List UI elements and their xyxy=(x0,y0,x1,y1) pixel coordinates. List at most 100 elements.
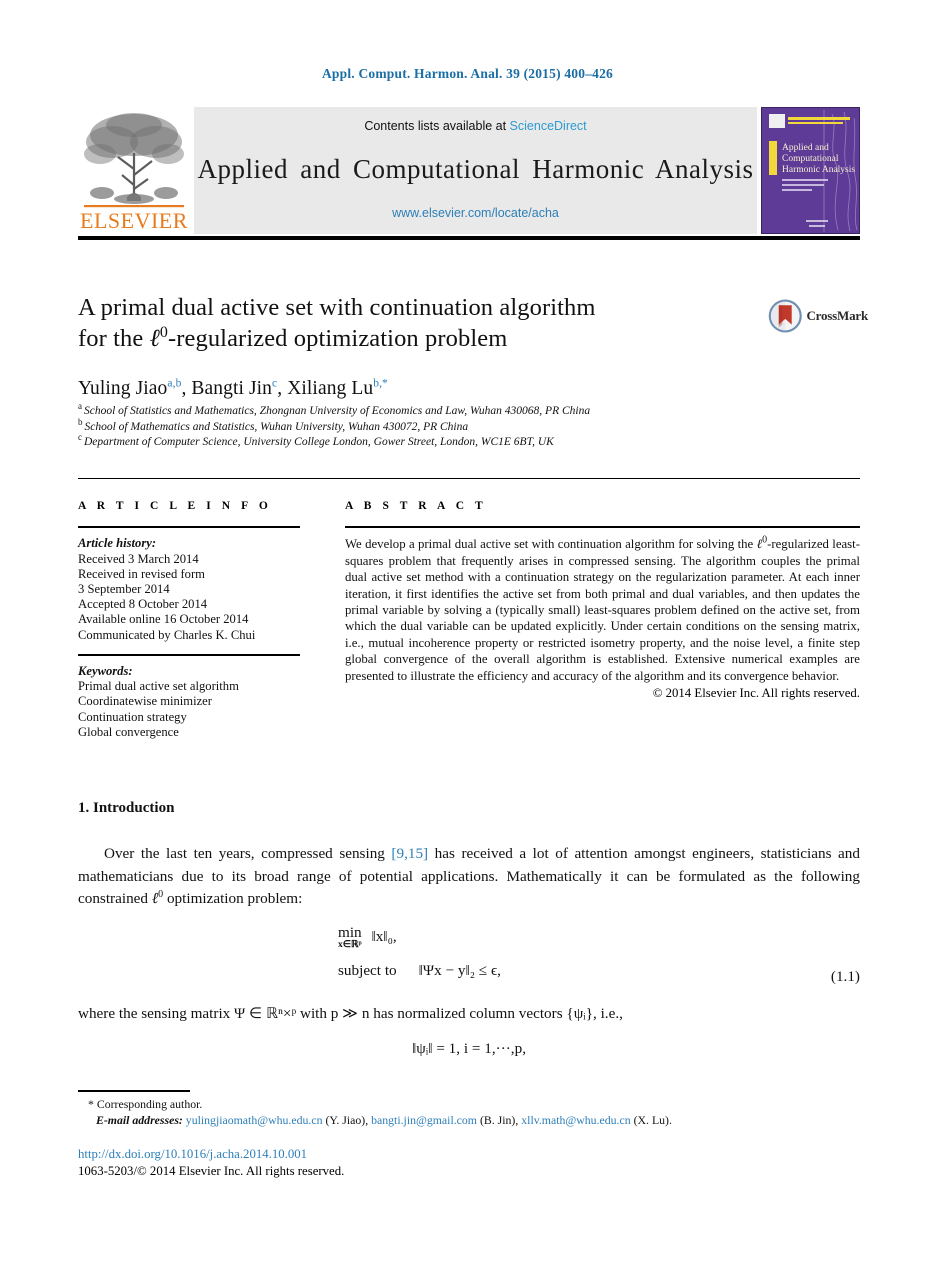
crossmark-icon xyxy=(768,299,802,333)
paper-title-line2-pre: for the xyxy=(78,325,150,352)
author-affiliation-marks[interactable]: b,* xyxy=(373,378,388,390)
subject-to-label: subject to xyxy=(338,961,397,979)
corresponding-author-note: * Corresponding author. xyxy=(88,1097,203,1111)
affiliation-text: School of Mathematics and Statistics, Wu… xyxy=(84,420,469,433)
email-owner: (B. Jin) xyxy=(479,1112,516,1127)
article-history-group: Article history: Received 3 March 2014 R… xyxy=(78,536,300,642)
author-name: Yuling Jiao xyxy=(78,378,168,399)
objective-norm: ‖x‖₀, xyxy=(371,928,397,946)
abstract-text: We develop a primal dual active set with… xyxy=(345,536,860,684)
affiliation-text: School of Statistics and Mathematics, Zh… xyxy=(84,405,591,417)
paper-title-line2-post: -regularized optimization problem xyxy=(167,325,508,352)
doi-link[interactable]: http://dx.doi.org/10.1016/j.acha.2014.10… xyxy=(78,1146,860,1163)
keyword-item: Global convergence xyxy=(78,724,179,739)
paper-page: Appl. Comput. Harmon. Anal. 39 (2015) 40… xyxy=(0,0,935,1266)
equation-line-constraint: subject to ‖Ψx − y‖₂ ≤ ϵ, xyxy=(78,962,860,980)
abstract-part1: We develop a primal dual active set with… xyxy=(345,537,757,552)
affiliation-item: a School of Statistics and Mathematics, Z… xyxy=(78,401,778,420)
journal-cover-thumbnail: Applied and Computational Harmonic Analy… xyxy=(761,107,860,234)
abstract-heading: A B S T R A C T xyxy=(345,500,487,512)
min-operator-group: min x∈ℝᵖ ‖x‖₀, xyxy=(338,925,397,951)
equation-1-1: min x∈ℝᵖ ‖x‖₀, subject to ‖Ψx − y‖₂ ≤ ϵ,… xyxy=(78,925,860,985)
running-head: Appl. Comput. Harmon. Anal. 39 (2015) 40… xyxy=(321,66,614,81)
article-history-label: Article history: xyxy=(78,536,157,551)
abstract-column: A B S T R A C T We develop a primal dual… xyxy=(345,500,860,701)
email-addresses-line: E-mail addresses: yulingjiaomath@whu.edu… xyxy=(78,1113,860,1129)
title-block: A primal dual active set with continuati… xyxy=(78,292,738,400)
author-name: Bangti Jin xyxy=(191,378,273,399)
cover-art: Applied and Computational Harmonic Analy… xyxy=(762,108,859,233)
journal-title: Applied and Computational Harmonic Analy… xyxy=(197,154,754,184)
svg-text:Computational: Computational xyxy=(782,154,839,164)
keyword-item: Continuation strategy xyxy=(78,709,187,724)
author-affiliation-marks[interactable]: a,b xyxy=(167,378,181,390)
abstract-rule xyxy=(345,526,860,529)
min-label: min xyxy=(338,924,362,941)
svg-text:Harmonic Analysis: Harmonic Analysis xyxy=(782,165,855,175)
email-link[interactable]: xllv.math@whu.edu.cn xyxy=(521,1113,630,1127)
elsevier-logo: ELSEVIER xyxy=(78,107,190,234)
email-addresses-label: E-mail addresses: xyxy=(96,1112,183,1127)
constraint-expression: ‖Ψx − y‖₂ ≤ ϵ, xyxy=(418,961,501,979)
article-info-column: A R T I C L E I N F O Article history: R… xyxy=(78,500,300,740)
sciencedirect-link[interactable]: ScienceDirect xyxy=(510,119,587,133)
section-heading-introduction: 1. Introduction xyxy=(78,800,175,816)
contents-prefix: Contents lists available at xyxy=(364,119,510,133)
history-item: Received in revised form xyxy=(78,566,205,581)
svg-text:Applied and: Applied and xyxy=(782,143,829,153)
keywords-group: Keywords: Primal dual active set algorit… xyxy=(78,664,300,740)
abstract-part2: -regularized least-squares problem that … xyxy=(345,537,860,683)
elsevier-wordmark: ELSEVIER xyxy=(80,208,188,233)
paper-title-line1: A primal dual active set with continuati… xyxy=(78,294,596,321)
issn-copyright-line: 1063-5203/© 2014 Elsevier Inc. All right… xyxy=(78,1163,345,1178)
email-end: . xyxy=(668,1112,672,1127)
journal-url-link[interactable]: www.elsevier.com/locate/acha xyxy=(392,206,559,220)
keywords-label: Keywords: xyxy=(78,664,133,679)
history-item: Available online 16 October 2014 xyxy=(78,612,249,627)
intro-paragraph-2: where the sensing matrix Ψ ∈ ℝⁿ×ᵖ with p… xyxy=(78,1005,623,1022)
abstract-copyright: © 2014 Elsevier Inc. All rights reserved… xyxy=(652,685,860,700)
footnote-block: * Corresponding author. E-mail addresses… xyxy=(78,1097,860,1129)
keyword-item: Primal dual active set algorithm xyxy=(78,679,239,694)
history-item: Received 3 March 2014 xyxy=(78,551,199,566)
article-info-rule xyxy=(78,526,300,529)
affiliation-marker: c xyxy=(78,432,82,443)
citation-link[interactable]: [9,15] xyxy=(391,845,428,862)
affiliation-text: Department of Computer Science, Universi… xyxy=(84,436,554,449)
affiliation-marker: a xyxy=(78,401,82,412)
intro-text-a: Over the last ten years, compressed sens… xyxy=(104,845,392,862)
keywords-rule xyxy=(78,653,300,657)
affiliation-item: c Department of Computer Science, Univers… xyxy=(78,432,778,451)
ell-symbol: ℓ xyxy=(149,325,160,352)
email-link[interactable]: bangti.jin@gmail.com xyxy=(371,1113,477,1127)
min-subscript: x∈ℝᵖ xyxy=(338,940,362,951)
equation-line-objective: min x∈ℝᵖ ‖x‖₀, xyxy=(78,925,860,951)
intro-paragraph-1: Over the last ten years, compressed sens… xyxy=(78,843,860,911)
journal-band: Contents lists available at ScienceDirec… xyxy=(194,107,757,234)
keyword-item: Coordinatewise minimizer xyxy=(78,694,212,709)
footnote-rule xyxy=(78,1090,190,1092)
crossmark-badge[interactable]: CrossMark xyxy=(768,290,868,342)
email-owner: (Y. Jiao) xyxy=(325,1112,366,1127)
info-top-rule xyxy=(78,478,860,480)
elsevier-tree-icon xyxy=(84,113,184,208)
ell-exponent: 0 xyxy=(159,323,168,341)
equation-normalized-columns: ‖ψᵢ‖ = 1, i = 1,···,p, xyxy=(412,1040,526,1057)
author-sep: , xyxy=(277,378,288,399)
affiliation-marker: b xyxy=(78,416,83,427)
equation-number: (1.1) xyxy=(830,968,860,985)
author-name: Xiliang Lu xyxy=(287,378,374,399)
history-item: Accepted 8 October 2014 xyxy=(78,597,208,612)
crossmark-label: CrossMark xyxy=(806,308,868,323)
author-list: Yuling Jiaoa,b, Bangti Jinc, Xiliang Lub… xyxy=(78,378,738,400)
masthead-bottom-rule xyxy=(78,236,860,240)
publisher-footer: http://dx.doi.org/10.1016/j.acha.2014.10… xyxy=(78,1146,860,1179)
contents-available-line: Contents lists available at ScienceDirec… xyxy=(364,119,586,133)
min-operator: min x∈ℝᵖ xyxy=(338,925,362,951)
intro-text-c: optimization problem: xyxy=(163,890,303,908)
page-title: A primal dual active set with continuati… xyxy=(78,292,738,354)
affiliations-block: a School of Statistics and Mathematics, Z… xyxy=(78,401,778,451)
article-info-heading: A R T I C L E I N F O xyxy=(78,500,272,512)
email-link[interactable]: yulingjiaomath@whu.edu.cn xyxy=(186,1113,323,1127)
affiliation-item: b School of Mathematics and Statistics, W… xyxy=(78,416,778,436)
